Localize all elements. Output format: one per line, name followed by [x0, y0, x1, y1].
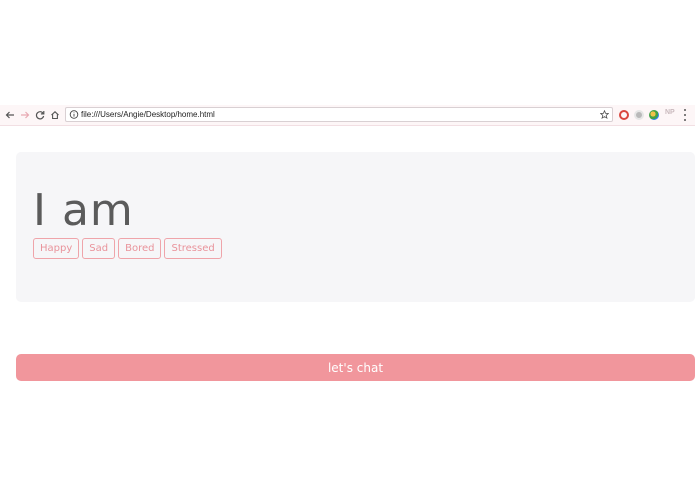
reload-icon — [35, 111, 45, 120]
mood-happy-button[interactable]: Happy — [33, 238, 80, 259]
url-text: file:///Users/Angie/Desktop/home.html — [81, 110, 215, 119]
reload-button[interactable] — [33, 107, 47, 123]
browser-toolbar: file:///Users/Angie/Desktop/home.html NP — [0, 105, 695, 126]
mood-sad-button[interactable]: Sad — [82, 238, 116, 259]
mood-bored-button[interactable]: Bored — [118, 238, 162, 259]
menu-dot — [684, 114, 686, 116]
opera-extension-icon[interactable] — [619, 110, 629, 120]
back-button[interactable] — [3, 107, 17, 123]
np-extension-icon[interactable]: NP — [665, 109, 675, 116]
mood-card: I am Happy Sad Bored Stressed — [16, 152, 695, 302]
mood-stressed-button[interactable]: Stressed — [164, 238, 222, 259]
page: file:///Users/Angie/Desktop/home.html NP… — [0, 0, 695, 494]
arrow-right-icon — [21, 111, 30, 119]
home-icon — [51, 111, 59, 120]
bookmark-button[interactable] — [599, 108, 610, 121]
address-bar[interactable]: file:///Users/Angie/Desktop/home.html — [65, 107, 613, 122]
lets-chat-button[interactable]: let's chat — [16, 354, 695, 381]
menu-dot — [684, 109, 686, 111]
kebab-menu-icon[interactable] — [682, 109, 688, 121]
grey-extension-icon[interactable] — [634, 110, 644, 120]
info-icon[interactable] — [69, 109, 79, 120]
mood-options: Happy Sad Bored Stressed — [33, 238, 222, 259]
star-icon — [600, 110, 609, 119]
chrome-extension-icon[interactable] — [649, 110, 659, 120]
menu-dot — [684, 119, 686, 121]
arrow-left-icon — [5, 111, 14, 119]
forward-button[interactable] — [18, 107, 32, 123]
page-title: I am — [33, 185, 134, 236]
home-button[interactable] — [48, 107, 62, 123]
